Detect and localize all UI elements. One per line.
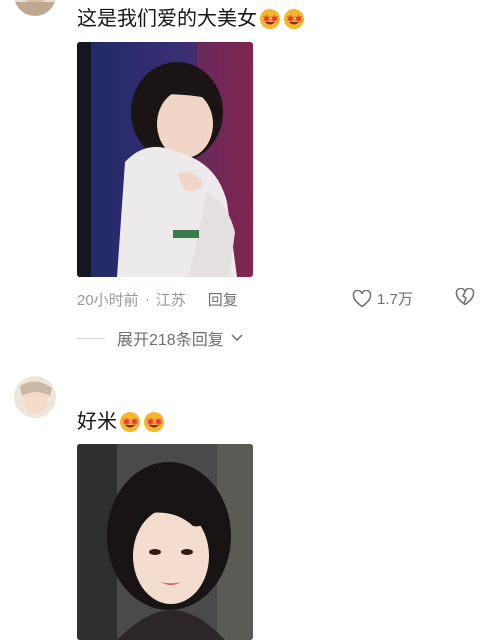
like-button[interactable]: 1.7万 bbox=[352, 288, 413, 309]
expand-replies-button[interactable]: 展开218条回复 bbox=[77, 326, 244, 350]
expand-replies-label: 展开218条回复 bbox=[117, 332, 224, 349]
comment-2: 好米 bbox=[0, 370, 497, 640]
comment-text: 这是我们爱的大美女 bbox=[77, 7, 305, 31]
star-struck-emoji-icon bbox=[259, 8, 281, 30]
comment-photo[interactable] bbox=[77, 42, 253, 277]
heart-icon bbox=[352, 289, 372, 307]
like-count: 1.7万 bbox=[377, 291, 413, 308]
chevron-down-icon bbox=[231, 334, 243, 342]
comment-text: 好米 bbox=[77, 410, 165, 434]
avatar[interactable] bbox=[14, 0, 56, 16]
broken-heart-icon bbox=[455, 287, 475, 306]
comment-time: 20小时前 bbox=[77, 291, 139, 309]
star-struck-emoji-icon bbox=[283, 8, 305, 30]
reply-button[interactable]: 回复 bbox=[208, 289, 238, 310]
divider bbox=[77, 337, 105, 339]
star-struck-emoji-icon bbox=[143, 411, 165, 433]
star-struck-emoji-icon bbox=[119, 411, 141, 433]
comment-location: 江苏 bbox=[155, 291, 186, 309]
avatar[interactable] bbox=[14, 376, 56, 418]
comment-1: 这是我们爱的大美女 20小时前 · 江苏 回复 1.7万 展开218条回复 bbox=[0, 0, 497, 350]
comment-meta: 20小时前 · 江苏 回复 bbox=[77, 288, 238, 310]
meta-separator: · bbox=[144, 290, 150, 308]
comment-photo[interactable] bbox=[77, 444, 253, 640]
dislike-button[interactable] bbox=[455, 287, 475, 311]
